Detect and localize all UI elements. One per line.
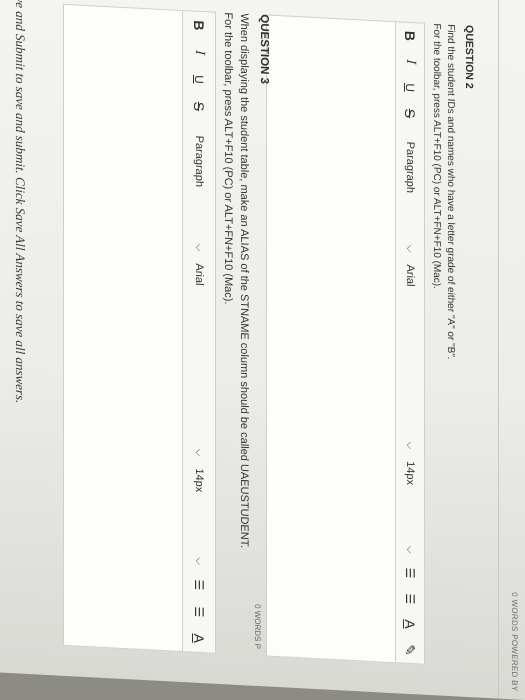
italic-button[interactable]: I (183, 38, 215, 67)
words-counter-top: 0 WORDS POWERED BY (510, 592, 519, 692)
top-divider (498, 0, 499, 699)
question-2-title: QUESTION 2 (463, 24, 475, 89)
underline-button[interactable]: U (183, 65, 215, 94)
chevron-down-icon: ⌵ (404, 244, 416, 253)
paragraph-label: Paragraph (193, 135, 205, 188)
question-2-toolbar-hint: For the toolbar, press ALT+F10 (PC) or A… (431, 23, 442, 290)
question-3-text: When displaying the student table, make … (238, 12, 250, 549)
font-select[interactable]: Arial ⌵ (183, 257, 215, 464)
highlight-icon[interactable]: ✎ (396, 636, 424, 663)
question-2-prompt: Find the student IDs and names who have … (429, 23, 457, 666)
italic-button[interactable]: I (396, 48, 424, 75)
photo-stage: 0 WORDS POWERED BY QUESTION 2 Find the s… (0, 0, 525, 700)
paragraph-label: Paragraph (404, 141, 416, 194)
text-color-icon[interactable]: A (396, 611, 424, 638)
question-3-editor[interactable] (63, 3, 183, 653)
paragraph-select[interactable]: Paragraph ⌵ (183, 129, 215, 258)
size-select[interactable]: 14px ⌵ (396, 454, 424, 560)
question-2-editor[interactable]: 0 WORDS P (253, 14, 396, 664)
chevron-down-icon: ⌵ (404, 545, 416, 554)
strikethrough-button[interactable]: S (396, 100, 424, 127)
question-3-title: QUESTION 3 (258, 14, 270, 85)
size-label: 14px (193, 468, 205, 493)
chevron-down-icon: ⌵ (193, 448, 205, 457)
question-3-toolbar-hint: For the toolbar, press ALT+F10 (PC) or A… (222, 12, 234, 305)
underline-button[interactable]: U (396, 74, 424, 101)
size-label: 14px (404, 460, 416, 486)
size-select[interactable]: 14px ⌵ (183, 462, 215, 572)
numbered-list-icon[interactable]: ☰ (183, 597, 215, 626)
font-select[interactable]: Arial ⌵ (396, 258, 424, 456)
chevron-down-icon: ⌵ (193, 243, 205, 252)
font-label: Arial (193, 263, 205, 286)
bullet-list-icon[interactable]: ☰ (183, 570, 215, 599)
question-2-text: Find the student IDs and names who have … (445, 23, 456, 360)
question-2-toolbar: B I U S Paragraph ⌵ Arial ⌵ 14px ⌵ ☰ ☰ A… (396, 21, 425, 665)
numbered-list-icon[interactable]: ☰ (396, 585, 424, 612)
question-2-block: QUESTION 2 Find the student IDs and name… (253, 14, 475, 667)
question-3-prompt: When displaying the student table, make … (220, 12, 252, 656)
bold-button[interactable]: B (396, 22, 424, 49)
font-label: Arial (404, 264, 416, 287)
question-3-toolbar: B I U S Paragraph ⌵ Arial ⌵ 14px ⌵ ☰ ☰ A (183, 10, 216, 654)
bold-button[interactable]: B (183, 11, 215, 40)
question-3-block: QUESTION 3 When displaying the student t… (63, 3, 270, 657)
bullet-list-icon[interactable]: ☰ (396, 559, 424, 586)
text-color-button[interactable]: A (183, 624, 215, 653)
paragraph-select[interactable]: Paragraph ⌵ (396, 135, 424, 259)
chevron-down-icon: ⌵ (193, 556, 205, 566)
submit-instructions: Save and Submit to save and submit. Clic… (13, 0, 28, 404)
chevron-down-icon: ⌵ (404, 441, 416, 450)
strikethrough-button[interactable]: S (183, 92, 215, 121)
